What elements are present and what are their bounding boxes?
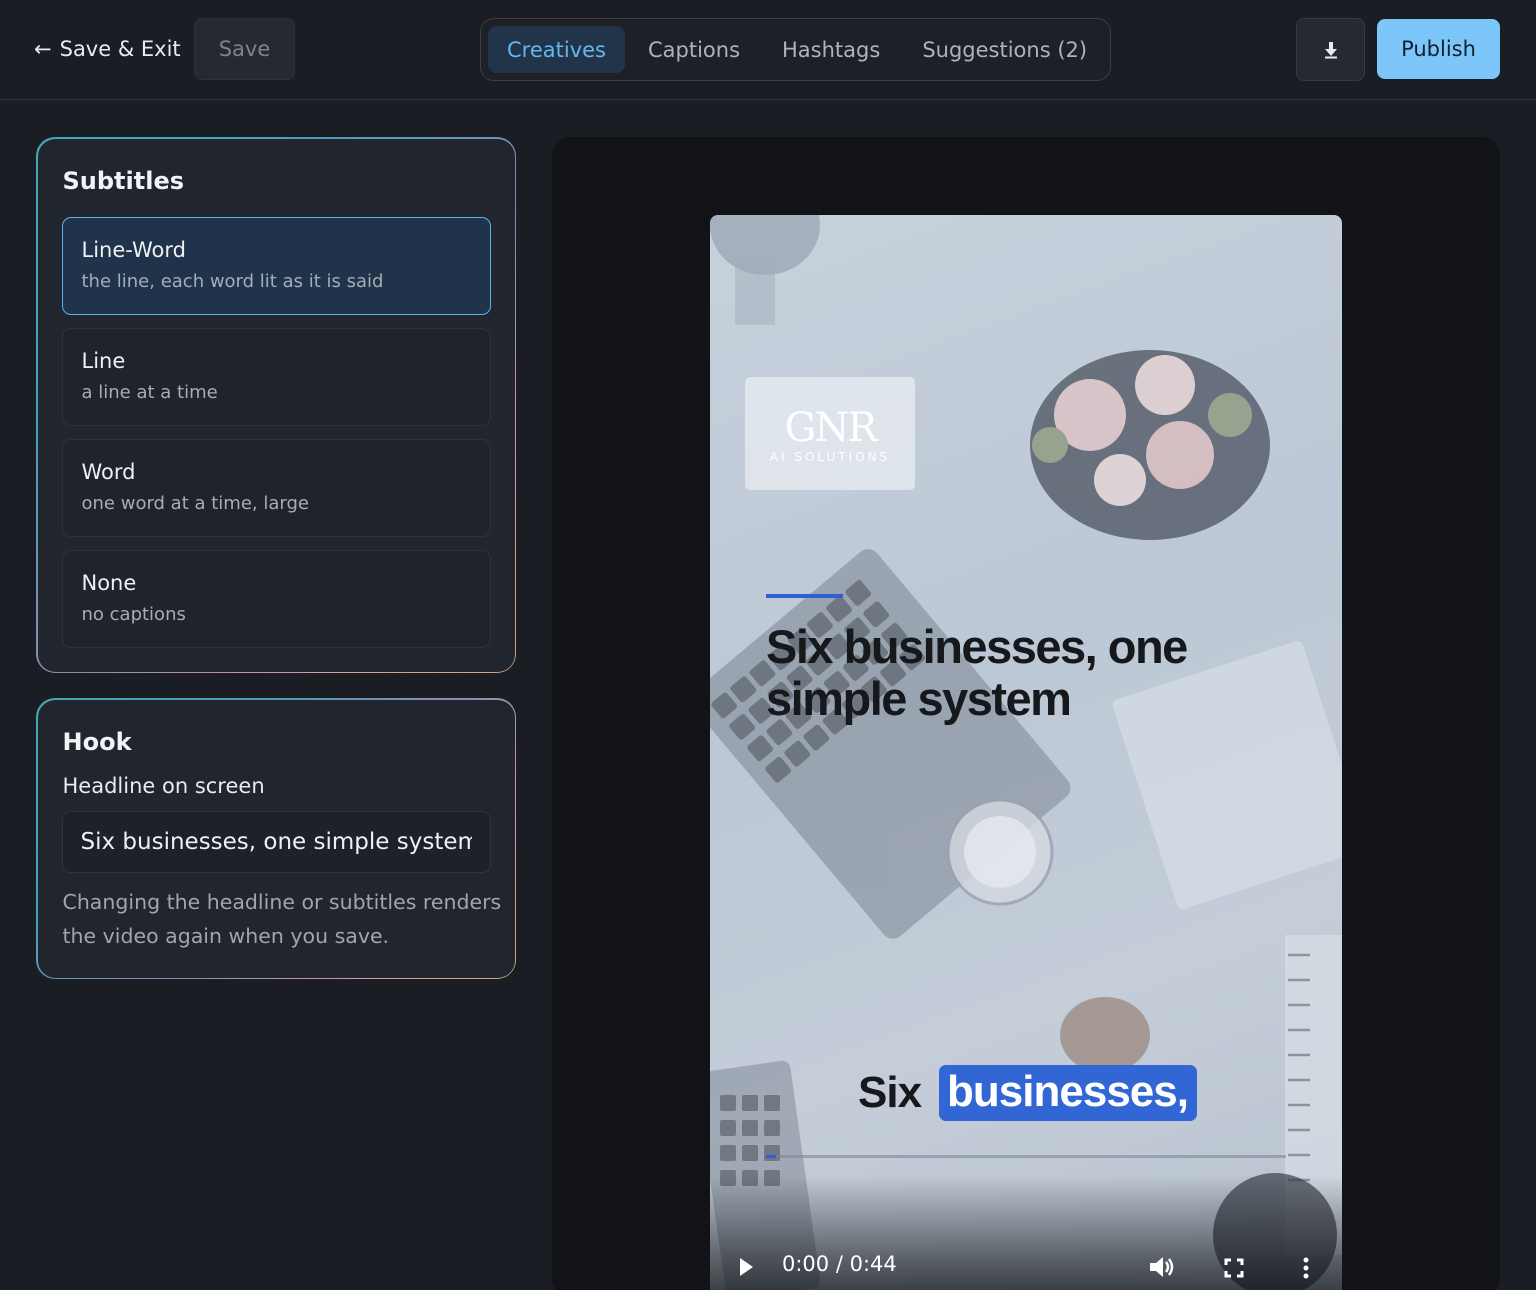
tab-creatives[interactable]: Creatives [488,26,625,73]
caption-progress-track [766,1155,1286,1158]
more-vertical-icon [1303,1257,1309,1279]
option-description: one word at a time, large [81,492,309,514]
option-description: no captions [81,603,186,625]
volume-button[interactable] [1148,1254,1176,1280]
publish-button[interactable]: Publish [1377,19,1500,79]
option-description: a line at a time [81,381,218,403]
caption-progress-fill [766,1155,777,1158]
tab-captions[interactable]: Captions [629,26,759,73]
more-options-button[interactable] [1296,1255,1316,1281]
headline-input[interactable] [61,810,491,873]
subtitle-option-line-word[interactable]: Line-Word the line, each word lit as it … [61,216,491,315]
tab-suggestions[interactable]: Suggestions (2) [903,26,1106,73]
logo-text: GNR [784,405,877,451]
fullscreen-icon [1224,1258,1244,1278]
option-name: None [81,570,137,595]
download-icon [1324,41,1337,58]
tab-bar: Creatives Captions Hashtags Suggestions … [480,18,1111,81]
subtitle-word-highlighted: businesses, [939,1065,1197,1121]
brand-logo: GNR AI SOLUTIONS [745,377,915,490]
subtitle-option-word[interactable]: Word one word at a time, large [61,438,491,537]
option-description: the line, each word lit as it is said [81,270,384,292]
subtitles-title: Subtitles [62,166,185,195]
tab-hashtags[interactable]: Hashtags [763,26,899,73]
subtitle-word: Six [858,1068,922,1117]
video-time: 0:00 / 0:44 [782,1252,897,1276]
option-name: Line [81,348,126,373]
subtitles-panel: Subtitles Line-Word the line, each word … [36,137,516,673]
option-name: Line-Word [81,237,186,262]
subtitle-line: Six businesses, [858,1062,1197,1124]
logo-subtext: AI SOLUTIONS [769,450,891,464]
hook-panel: Hook Headline on screen Changing the hea… [36,698,516,979]
video-headline: Six businesses, one simple system [766,620,1188,725]
save-and-exit-label: Save & Exit [59,37,181,61]
video-preview[interactable]: GNR AI SOLUTIONS Six businesses, one sim… [710,215,1342,1290]
play-icon [740,1258,753,1276]
headline-accent-line [766,594,843,598]
fullscreen-button[interactable] [1222,1256,1246,1280]
save-and-exit-button[interactable]: ← Save & Exit [34,32,181,66]
subtitle-option-line[interactable]: Line a line at a time [61,327,491,426]
subtitle-option-none[interactable]: None no captions [61,549,491,648]
option-name: Word [81,459,136,484]
top-bar: ← Save & Exit Save Creatives Captions Ha… [0,0,1536,100]
headline-label: Headline on screen [62,773,265,798]
hook-title: Hook [62,727,132,756]
hook-note: Changing the headline or subtitles rende… [62,889,502,948]
volume-icon [1150,1257,1174,1277]
download-button[interactable] [1296,18,1365,81]
play-button[interactable] [734,1255,758,1279]
save-button[interactable]: Save [194,18,295,80]
back-arrow-icon: ← [34,37,52,61]
